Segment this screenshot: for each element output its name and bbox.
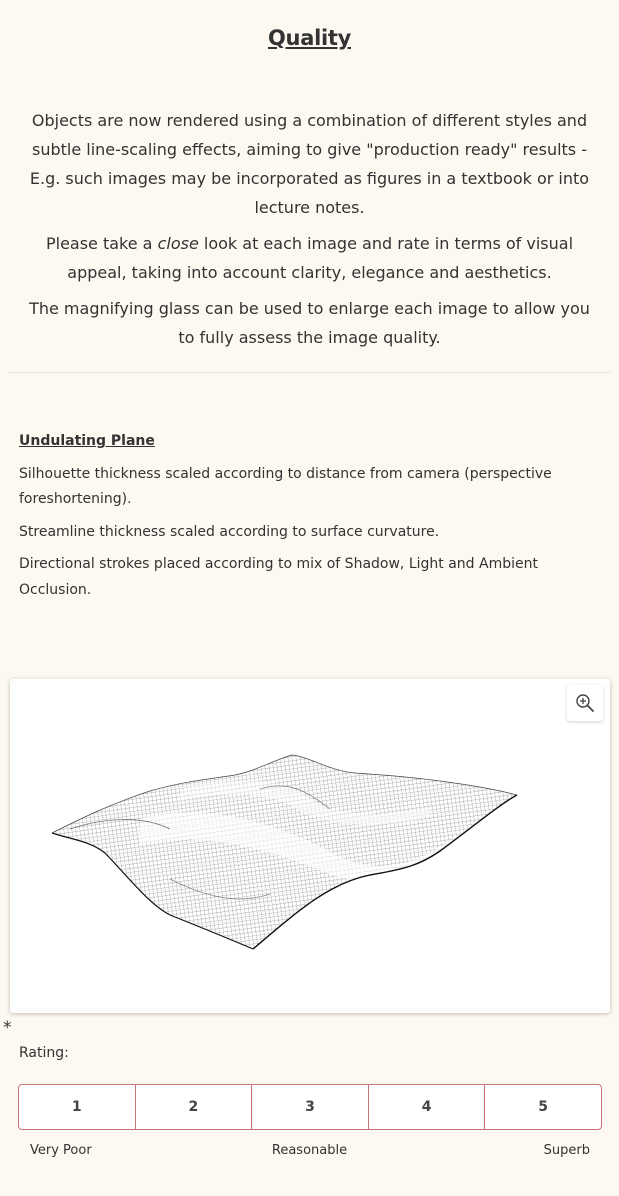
zoom-in-icon	[576, 694, 594, 712]
intro-paragraph-3: The magnifying glass can be used to enla…	[29, 299, 590, 347]
description-line-1: Silhouette thickness scaled according to…	[19, 465, 552, 508]
render-image-card	[10, 679, 610, 1013]
scale-label-high: Superb	[543, 1143, 590, 1158]
intro-text: Objects are now rendered using a combina…	[28, 106, 591, 359]
emphasis-close: close	[157, 234, 199, 253]
page-title: Quality	[268, 26, 351, 50]
scale-label-mid: Reasonable	[271, 1143, 348, 1158]
intro-paragraph-1: Objects are now rendered using a combina…	[29, 111, 590, 217]
zoom-button[interactable]	[567, 685, 603, 721]
rating-option-1[interactable]: 1	[19, 1085, 136, 1129]
divider	[8, 372, 611, 373]
required-mark: *	[3, 1018, 12, 1038]
description-section: Undulating Plane Silhouette thickness sc…	[19, 429, 559, 610]
description-line-3: Directional strokes placed according to …	[19, 556, 538, 598]
section-title: Undulating Plane	[19, 433, 155, 449]
description-line-2: Streamline thickness scaled according to…	[19, 523, 440, 540]
rating-option-4[interactable]: 4	[369, 1085, 486, 1129]
intro-paragraph-2: Please take a close look at each image a…	[28, 229, 591, 287]
intro-paragraph-2-start: Please take a	[45, 234, 158, 253]
rating-option-2[interactable]: 2	[136, 1085, 253, 1129]
rating-option-5[interactable]: 5	[485, 1085, 601, 1129]
rating-option-3[interactable]: 3	[252, 1085, 369, 1129]
undulating-plane-render	[51, 754, 518, 950]
rating-options: 1 2 3 4 5	[18, 1084, 602, 1130]
rating-label: Rating:	[19, 1045, 69, 1061]
